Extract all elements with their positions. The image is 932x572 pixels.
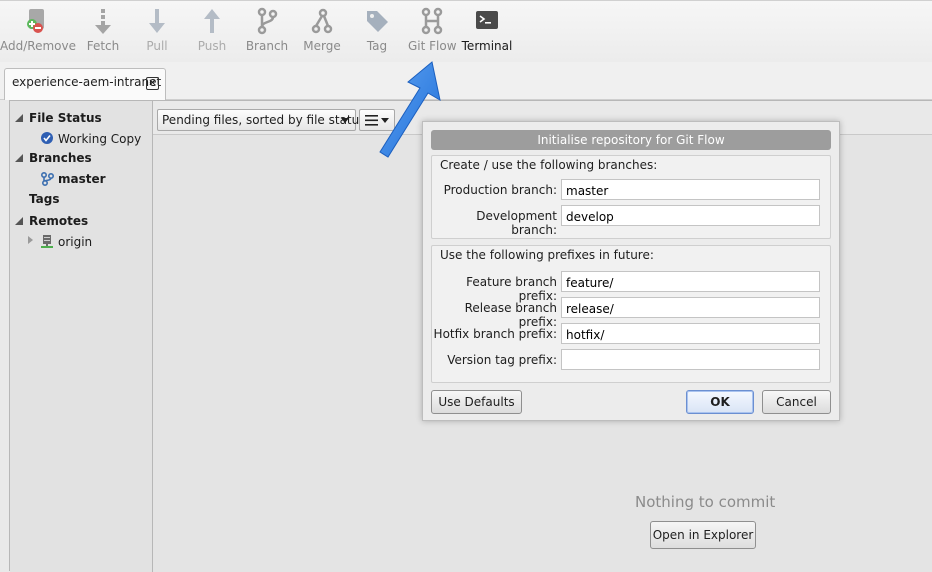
open-in-explorer-button[interactable]: Open in Explorer xyxy=(650,521,756,549)
branch-label: Branch xyxy=(245,39,289,53)
version-tag-prefix-field[interactable] xyxy=(561,349,820,370)
repository-tab[interactable]: experience-aem-intranet ✕ xyxy=(4,68,166,100)
server-icon xyxy=(40,234,54,252)
expand-icon[interactable] xyxy=(15,154,23,162)
merge-label: Merge xyxy=(303,39,341,53)
tab-strip: experience-aem-intranet ✕ xyxy=(0,62,932,100)
prefixes-group: Use the following prefixes in future: Fe… xyxy=(431,245,831,383)
push-button[interactable]: Push xyxy=(194,7,230,61)
toolbar: Add/Remove Fetch Pull Push Branch Merge … xyxy=(0,0,932,62)
file-sort-dropdown-label: Pending files, sorted by file status xyxy=(162,113,366,127)
sidebar-remotes[interactable]: Remotes xyxy=(15,214,89,228)
release-prefix-label: Release branch prefix: xyxy=(464,301,557,329)
production-branch-label: Production branch: xyxy=(443,183,557,197)
sidebar-tags-label: Tags xyxy=(29,192,60,206)
tag-button[interactable]: Tag xyxy=(360,7,394,61)
branches-group-title: Create / use the following branches: xyxy=(440,158,658,172)
git-flow-icon xyxy=(421,7,443,35)
tag-icon xyxy=(367,11,388,32)
sidebar-item-origin-label: origin xyxy=(58,235,93,249)
ok-button[interactable]: OK xyxy=(686,390,754,414)
git-flow-init-dialog: Initialise repository for Git Flow Creat… xyxy=(422,121,840,421)
development-branch-field[interactable] xyxy=(561,205,820,226)
file-sort-dropdown[interactable]: Pending files, sorted by file status xyxy=(157,109,365,131)
terminal-label: Terminal xyxy=(461,39,513,53)
sidebar-item-origin[interactable]: origin xyxy=(28,235,93,249)
collapsed-arrow-icon[interactable] xyxy=(28,236,33,244)
add-remove-label: Add/Remove xyxy=(0,39,76,53)
add-remove-button[interactable]: Add/Remove xyxy=(0,7,76,61)
production-branch-field[interactable] xyxy=(561,179,820,200)
empty-state-text: Nothing to commit xyxy=(635,493,776,511)
terminal-button[interactable]: Terminal xyxy=(461,7,513,61)
fetch-button[interactable]: Fetch xyxy=(84,7,122,61)
sidebar: File Status Working Copy Branches master… xyxy=(10,101,153,572)
use-defaults-button[interactable]: Use Defaults xyxy=(431,390,522,414)
sidebar-item-working-copy-label: Working Copy xyxy=(58,132,142,146)
hotfix-prefix-field[interactable] xyxy=(561,323,820,344)
push-label: Push xyxy=(197,39,227,53)
chevron-down-icon xyxy=(341,118,349,123)
sidebar-branches-label: Branches xyxy=(29,151,92,165)
pull-label: Pull xyxy=(146,39,168,53)
version-tag-prefix-label: Version tag prefix: xyxy=(447,353,557,367)
tag-label: Tag xyxy=(366,39,388,53)
sidebar-item-master[interactable]: master xyxy=(40,171,106,187)
branch-button[interactable]: Branch xyxy=(245,7,289,61)
sidebar-remotes-label: Remotes xyxy=(29,214,89,228)
hotfix-prefix-label: Hotfix branch prefix: xyxy=(433,327,557,341)
fetch-label: Fetch xyxy=(86,39,120,53)
branch-icon xyxy=(40,171,55,189)
prefixes-group-title: Use the following prefixes in future: xyxy=(440,248,654,262)
branch-icon xyxy=(257,7,278,35)
repository-tab-label: experience-aem-intranet xyxy=(12,75,162,89)
fetch-icon xyxy=(95,9,111,34)
feature-prefix-label: Feature branch prefix: xyxy=(466,275,557,303)
merge-button[interactable]: Merge xyxy=(302,7,342,61)
git-flow-button[interactable]: Git Flow xyxy=(408,7,457,61)
terminal-icon xyxy=(476,11,498,29)
sidebar-item-master-label: master xyxy=(58,172,106,186)
git-flow-label: Git Flow xyxy=(408,39,457,53)
pull-button[interactable]: Pull xyxy=(140,7,174,61)
release-prefix-field[interactable] xyxy=(561,297,820,318)
cancel-button[interactable]: Cancel xyxy=(762,390,831,414)
dialog-title: Initialise repository for Git Flow xyxy=(431,130,831,150)
expand-icon[interactable] xyxy=(15,217,23,225)
sidebar-branches[interactable]: Branches xyxy=(15,151,92,165)
sidebar-item-working-copy[interactable]: Working Copy xyxy=(41,132,142,146)
sidebar-tags[interactable]: Tags xyxy=(29,192,59,206)
merge-icon xyxy=(311,8,333,34)
sidebar-file-status[interactable]: File Status xyxy=(15,111,102,125)
expand-icon[interactable] xyxy=(15,114,23,122)
push-icon xyxy=(204,9,220,33)
feature-prefix-field[interactable] xyxy=(561,271,820,292)
add-remove-icon xyxy=(27,9,44,33)
pull-icon xyxy=(149,9,165,33)
sidebar-file-status-label: File Status xyxy=(29,111,102,125)
branches-group: Create / use the following branches: Pro… xyxy=(431,155,831,239)
close-icon[interactable]: ✕ xyxy=(146,77,159,90)
working-copy-icon xyxy=(40,131,54,148)
development-branch-label: Development branch: xyxy=(476,209,557,237)
